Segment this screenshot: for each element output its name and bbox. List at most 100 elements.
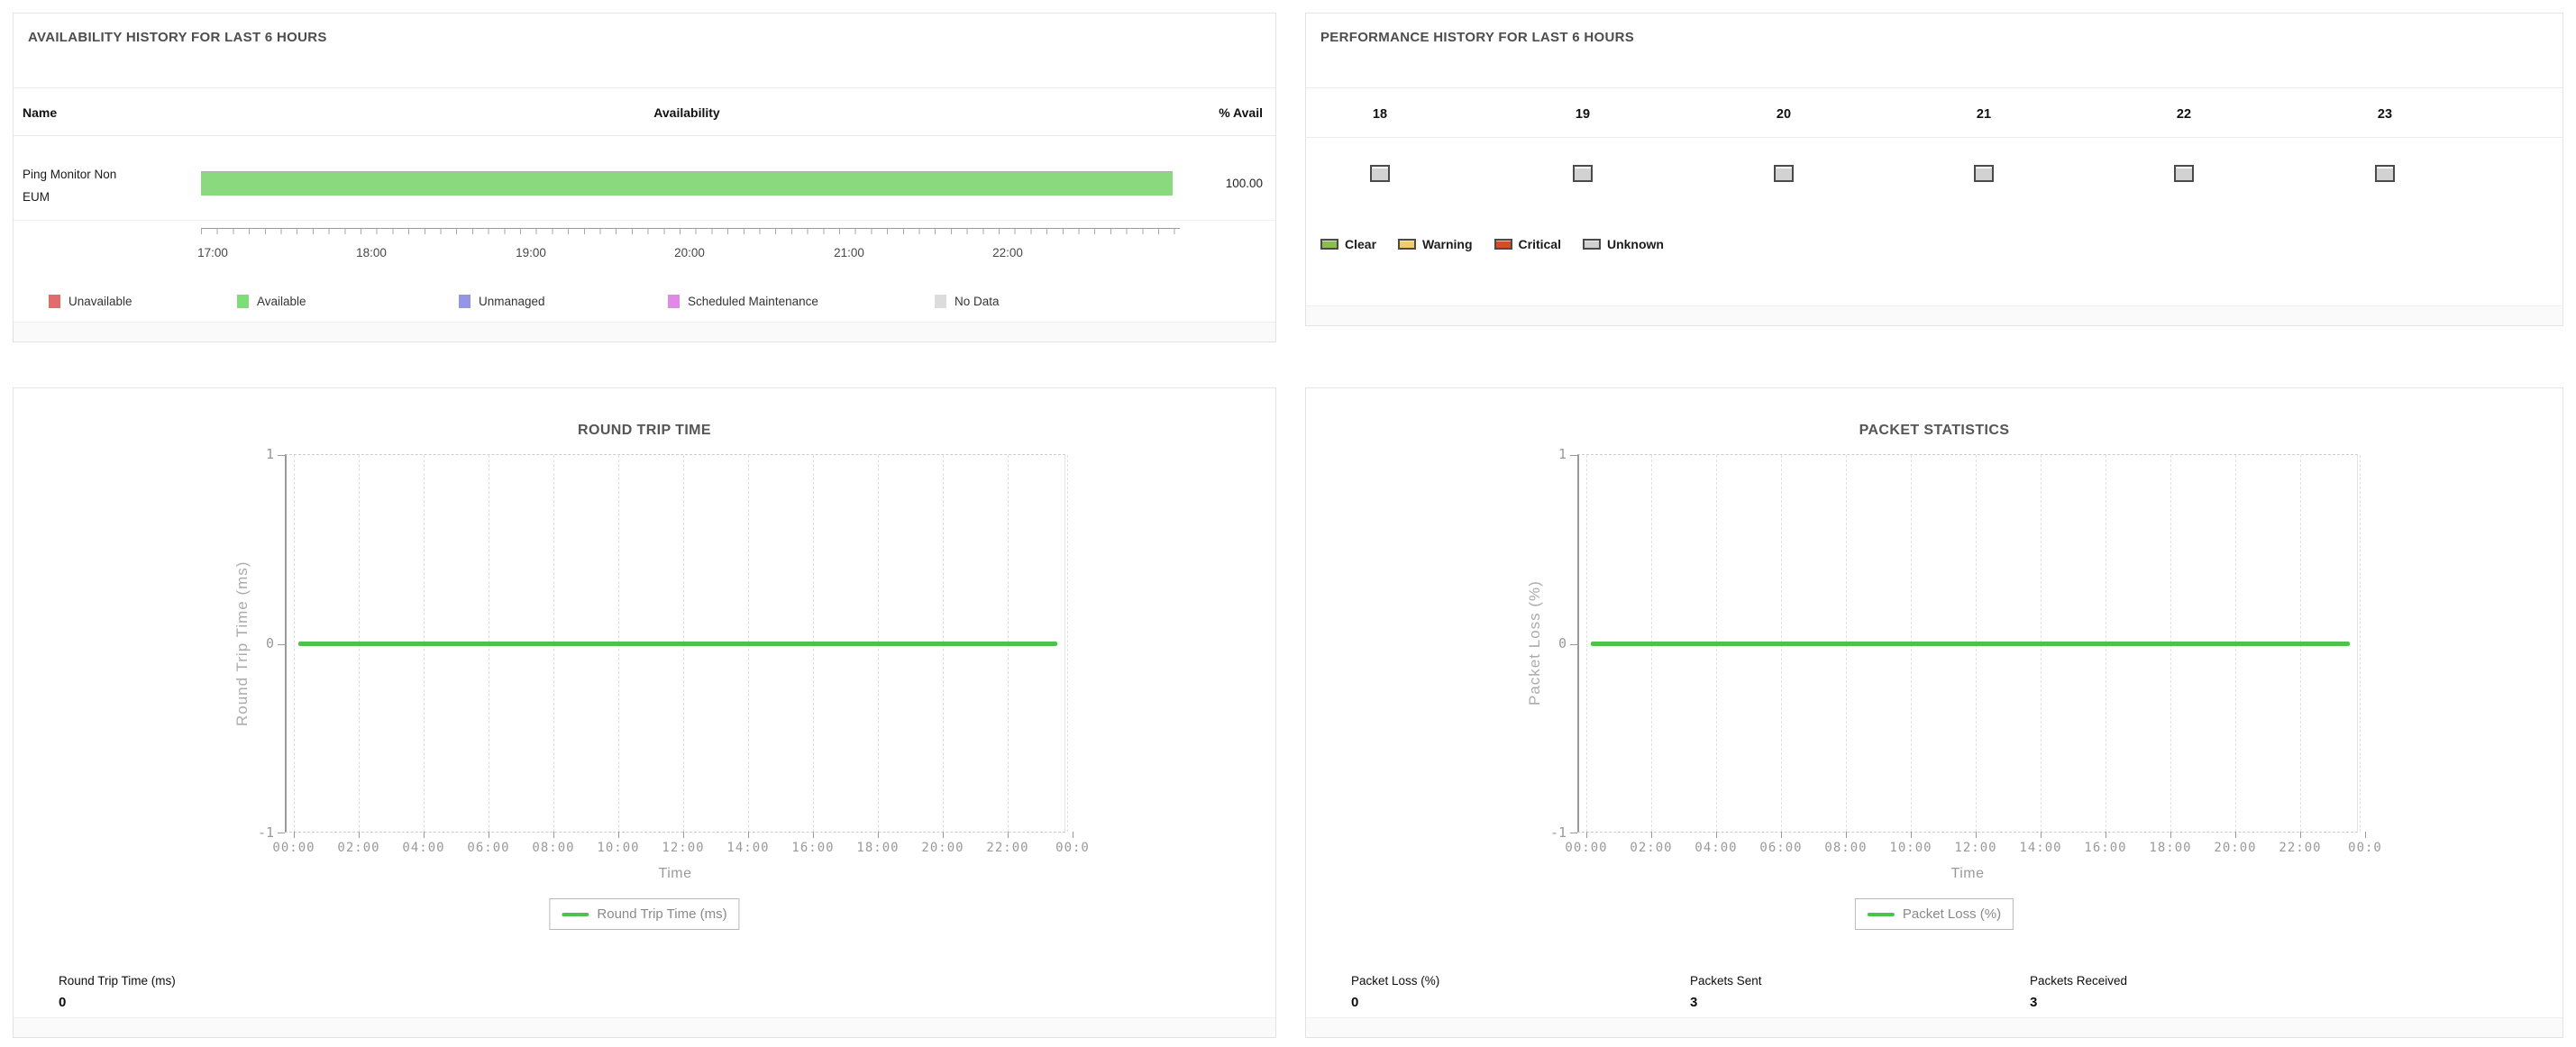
legend-item-warning: Warning	[1398, 237, 1472, 251]
performance-legend: Clear Warning Critical Unknown	[1320, 237, 1664, 251]
x-tick	[1781, 832, 1782, 838]
x-tick	[878, 832, 879, 838]
monitor-name-link[interactable]: Ping Monitor Non EUM	[23, 163, 140, 208]
y-tick-label-1: 1	[1512, 446, 1567, 462]
y-tick	[1570, 644, 1577, 645]
packet-loss-stat: Packet Loss (%) 0	[1351, 974, 1439, 1010]
rtt-stat: Round Trip Time (ms) 0	[59, 974, 176, 1010]
status-box-hour-21-unknown[interactable]	[1974, 165, 1994, 182]
x-tick-label: 18:00	[2149, 841, 2191, 855]
legend-item-unknown: Unknown	[1583, 237, 1664, 251]
panel-footer	[14, 1017, 1275, 1037]
y-tick-label-0: 0	[220, 635, 274, 651]
critical-color-chip	[1494, 239, 1512, 250]
x-tick	[553, 832, 554, 838]
legend-item-unavailable: Unavailable	[49, 295, 132, 308]
hour-label-18: 18	[1373, 91, 1387, 138]
column-header-percent-avail: % Avail	[1219, 89, 1263, 136]
hour-label-19: 19	[1576, 91, 1590, 138]
x-tick-label: 10:00	[1889, 841, 1932, 855]
x-tick-label: 16:00	[791, 841, 834, 855]
legend-label: Unavailable	[69, 295, 132, 308]
column-header-name: Name	[23, 89, 57, 136]
time-tick-label: 22:00	[992, 246, 1023, 259]
packets-sent-stat-label: Packets Sent	[1690, 974, 1762, 988]
y-tick-label-minus-1: -1	[1512, 824, 1567, 841]
status-box-hour-19-unknown[interactable]	[1573, 165, 1593, 182]
gridline	[1586, 455, 1587, 832]
x-tick-label: 12:00	[1954, 841, 1996, 855]
status-box-hour-20-unknown[interactable]	[1774, 165, 1794, 182]
packet-statistics-panel: PACKET STATISTICS Packet Loss (%) 1 0 -1	[1305, 387, 2563, 1038]
performance-status-row	[1306, 165, 2562, 185]
available-color-chip	[237, 295, 249, 308]
x-tick	[1846, 832, 1847, 838]
x-tick-label: 02:00	[1630, 841, 1672, 855]
x-tick-label: 22:00	[986, 841, 1028, 855]
packet-legend-line-marker	[1868, 913, 1895, 916]
x-tick-label: 00:0	[2348, 841, 2382, 855]
availability-bar-available-segment[interactable]	[201, 171, 1173, 196]
legend-item-no-data: No Data	[935, 295, 1000, 308]
packet-legend-label: Packet Loss (%)	[1903, 906, 2001, 922]
time-tick-label: 17:00	[197, 246, 228, 259]
gridline	[1067, 455, 1068, 832]
x-tick-label: 00:00	[272, 841, 315, 855]
header-separator	[14, 87, 1275, 88]
rtt-stat-value: 0	[59, 995, 176, 1010]
packet-x-axis-title: Time	[1577, 866, 2358, 882]
legend-label: Warning	[1422, 237, 1472, 251]
packet-loss-stat-label: Packet Loss (%)	[1351, 974, 1439, 988]
availability-time-tick-labels: 17:00 18:00 19:00 20:00 21:00 22:00	[201, 246, 1180, 264]
x-tick-label: 10:00	[597, 841, 639, 855]
x-tick-label: 22:00	[2279, 841, 2321, 855]
x-tick-label: 14:00	[2019, 841, 2061, 855]
x-tick	[294, 832, 295, 838]
x-tick	[359, 832, 360, 838]
hour-label-20: 20	[1777, 91, 1791, 138]
column-header-availability: Availability	[201, 89, 1173, 136]
legend-label: Unmanaged	[479, 295, 545, 308]
legend-item-scheduled-maintenance: Scheduled Maintenance	[668, 295, 818, 308]
x-tick	[2300, 832, 2301, 838]
rtt-stat-label: Round Trip Time (ms)	[59, 974, 176, 988]
warning-color-chip	[1398, 239, 1416, 250]
x-tick-label: 06:00	[1759, 841, 1802, 855]
x-tick-label: 02:00	[337, 841, 379, 855]
x-tick	[813, 832, 814, 838]
packet-loss-stat-value: 0	[1351, 995, 1439, 1010]
status-box-hour-23-unknown[interactable]	[2375, 165, 2395, 182]
availability-time-axis	[201, 228, 1180, 234]
performance-panel-title: PERFORMANCE HISTORY FOR LAST 6 HOURS	[1320, 30, 1634, 45]
time-tick-label: 20:00	[674, 246, 705, 259]
x-tick	[2235, 832, 2236, 838]
y-tick-label-1: 1	[220, 446, 274, 462]
rtt-legend-line-marker	[562, 913, 589, 916]
hour-label-22: 22	[2177, 91, 2191, 138]
x-tick-label: 20:00	[921, 841, 964, 855]
panel-footer	[1306, 1017, 2562, 1037]
availability-table-header: Name Availability % Avail	[14, 89, 1275, 136]
x-tick-label: 04:00	[402, 841, 444, 855]
unknown-color-chip	[1583, 239, 1601, 250]
x-tick	[618, 832, 619, 838]
x-tick	[1716, 832, 1717, 838]
panel-footer	[1306, 305, 2562, 325]
clear-color-chip	[1320, 239, 1338, 250]
status-box-hour-22-unknown[interactable]	[2174, 165, 2194, 182]
y-tick	[278, 455, 285, 456]
header-separator	[1306, 87, 2562, 88]
x-tick-label: 18:00	[856, 841, 899, 855]
rtt-series-line	[298, 642, 1057, 646]
no-data-color-chip	[935, 295, 946, 308]
y-tick-label-0: 0	[1512, 635, 1567, 651]
legend-label: Scheduled Maintenance	[688, 295, 818, 308]
time-tick-label: 21:00	[834, 246, 864, 259]
performance-history-panel: PERFORMANCE HISTORY FOR LAST 6 HOURS 18 …	[1305, 13, 2563, 326]
legend-item-critical: Critical	[1494, 237, 1561, 251]
x-tick-label: 00:00	[1565, 841, 1607, 855]
status-box-hour-18-unknown[interactable]	[1370, 165, 1390, 182]
unmanaged-color-chip	[459, 295, 470, 308]
x-tick	[2170, 832, 2171, 838]
rtt-plot-area: 00:00 02:00 04:00 06:00 08:00 10:00 12:0…	[285, 454, 1065, 833]
